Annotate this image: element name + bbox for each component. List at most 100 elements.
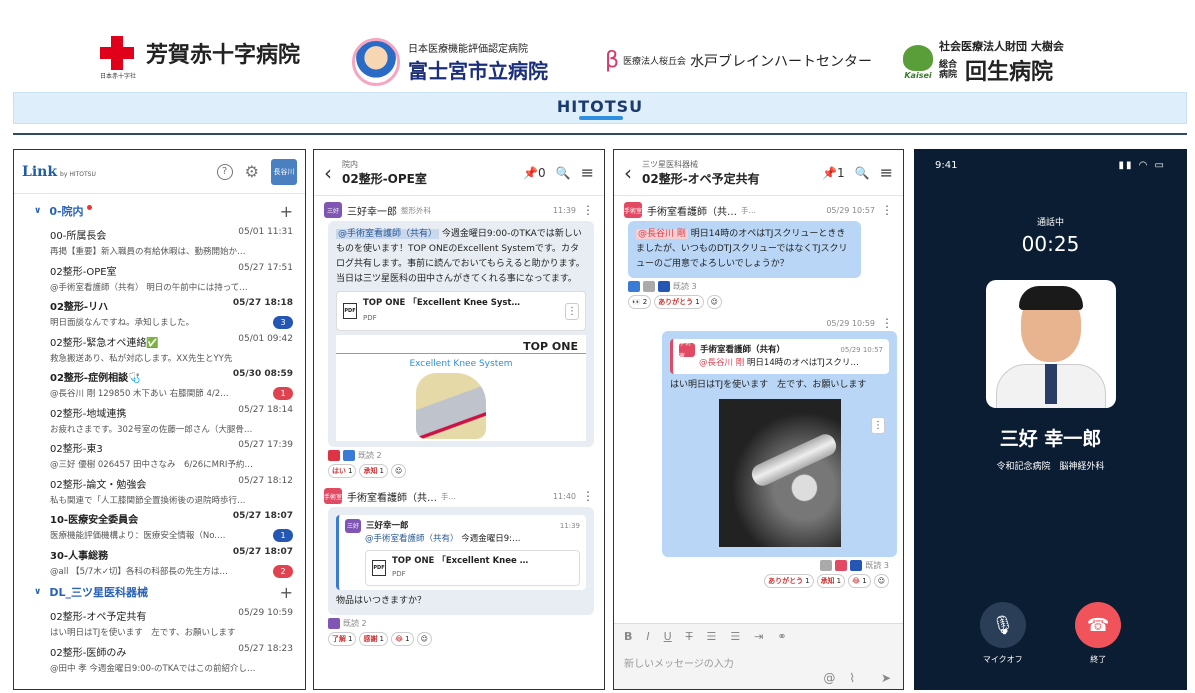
channel-item[interactable]: 02整形-緊急オペ連絡✅ 05/01 09:42 救急搬送あり、私が対応します。XX… [14,331,305,367]
end-call-button[interactable]: ☎ 終了 [1075,602,1122,665]
quoted-message[interactable]: 三好 三好幸一郎 11:39 @手術室看護師（共有） 今週金曜日9:… PDF … [336,515,586,590]
channel-time: 05/27 18:12 [238,475,293,486]
more-icon[interactable]: ⋮ [565,302,579,320]
sender-name[interactable]: 手術室看護師（共… [647,203,737,218]
channel-name: 02整形-オペ予定共有 [50,612,147,623]
channel-item[interactable]: 02整形-医師のみ 05/27 18:23 @田中 孝 今週金曜日9:00-のTKA… [14,641,305,677]
add-reaction-icon[interactable]: ☺ [416,632,432,646]
file-attachment[interactable]: PDF TOP ONE 「Excellent Knee … PDF [365,550,580,586]
channel-item[interactable]: 02整形-OPE室 05/27 17:51 @手術室看護師（共有） 明日の午前中には… [14,260,305,296]
mention[interactable]: @長谷川 剛 [636,229,688,239]
xray-image[interactable] [718,399,841,547]
more-icon[interactable]: ⋮ [871,417,885,434]
avatar[interactable]: 長谷川 [271,158,297,185]
underline-icon[interactable]: U [664,630,672,643]
channel-item[interactable]: 00-所属長会 05/01 11:31 再掲【重要】新入職員の有給休暇は、勤務開始か… [14,224,305,260]
attach-icon[interactable]: ⌇ [849,671,855,685]
channel-item[interactable]: 02整形-論文・勉強会 05/27 18:12 私も関連で「人工膝関節全置換術後の退… [14,473,305,509]
quoted-message[interactable]: 手術室 手術室看護師（共有） 05/29 10:57 @長谷川 剛 明日14時の… [670,339,889,374]
help-icon[interactable]: ? [216,163,233,180]
reader-avatar [328,618,340,629]
read-receipts[interactable]: 既読 3 [614,560,903,571]
reaction-chip[interactable]: ありがとう 1 [764,574,814,588]
channel-item[interactable]: 02整形-地域連携 05/27 18:14 お疲れさまです。302号室の佐藤一郎さん… [14,402,305,438]
chevron-down-icon[interactable]: ∨ [34,206,41,216]
quote-time: 11:39 [559,521,580,530]
message-time: 11:40 [552,491,576,501]
more-icon[interactable]: ⋮ [582,489,594,503]
read-receipts[interactable]: 既読 2 [314,450,604,461]
more-icon[interactable]: ⋮ [881,317,893,329]
pdf-preview[interactable]: TOP ONE Excellent Knee System [336,335,586,441]
reaction-chip[interactable]: 👀 2 [628,295,652,309]
sender-name[interactable]: 手術室看護師（共… [347,489,437,504]
chat-header: ‹ 院内 02整形-OPE室 📌0 🔍 ≡ [314,150,604,196]
send-icon[interactable]: ➤ [881,671,891,685]
reaction-chip[interactable]: はい 1 [328,464,357,478]
more-icon[interactable]: ⋮ [881,203,893,217]
reaction-chip[interactable]: 😂 1 [848,574,871,588]
reaction-chip[interactable]: 承知 1 [816,574,846,588]
pin-count[interactable]: 📌0 [523,166,546,180]
file-attachment[interactable]: PDF TOP ONE 「Excellent Knee Syst… PDF ⋮ [336,291,586,331]
more-icon[interactable]: ⋮ [582,203,594,217]
message-time: 11:39 [552,205,576,215]
italic-icon[interactable]: I [646,630,649,643]
add-reaction-icon[interactable]: ☺ [873,574,889,588]
reader-avatar [835,560,848,571]
strikethrough-icon[interactable]: T [686,630,693,643]
menu-icon[interactable]: ≡ [581,163,594,182]
read-receipts[interactable]: 既読 2 [314,618,604,629]
mention-icon[interactable]: @ [823,671,835,685]
menu-icon[interactable]: ≡ [880,163,893,182]
channel-preview: @長谷川 剛 129850 木下あい 右膝関節 4/2… [50,389,229,399]
channel-item[interactable]: 02整形-オペ予定共有 05/29 10:59 はい明日はTJを使います 左です、お… [14,605,305,641]
channel-name: 02整形-東3 [50,444,103,455]
reaction-chip[interactable]: 承知 1 [359,464,388,478]
chevron-down-icon[interactable]: ∨ [34,587,41,597]
channel-item[interactable]: 02整形-リハ 05/27 18:18 明日面談なんですね。承知しました。 3 [14,295,305,331]
gear-icon[interactable]: ⚙ [245,162,259,181]
pin-count[interactable]: 📌1 [822,166,845,180]
add-reaction-icon[interactable]: ☺ [390,464,407,478]
message-header: 手術室 手術室看護師（共… 手… 05/29 10:57 ⋮ [614,202,903,218]
channel-item[interactable]: 02整形-症例相談🩺 05/30 08:59 @長谷川 剛 129850 木下あい … [14,366,305,402]
quote-mention: @手術室看護師（共有） [365,534,459,544]
reaction-chip[interactable]: 感謝 1 [359,632,388,646]
reaction-chip[interactable]: ありがとう 1 [654,295,704,309]
add-reaction-icon[interactable]: ☺ [706,295,722,309]
reader-avatar [850,560,863,571]
bold-icon[interactable]: B [624,630,632,643]
add-channel-icon[interactable]: + [280,202,293,221]
add-channel-icon[interactable]: + [280,583,293,602]
channel-title: 02整形-オペ予定共有 [642,171,760,186]
message-time: 05/29 10:57 [826,205,875,215]
channel-item[interactable]: 30-人事総務 05/27 18:07 @all 【5/7木✓切】各科の科部長の先生… [14,544,305,580]
mention[interactable]: @手術室看護師（共有） [336,229,440,239]
reaction-emoji: 承知 [363,467,378,475]
pin-count-value: 0 [538,165,546,180]
search-icon[interactable]: 🔍 [556,166,571,180]
reader-avatar [820,560,833,571]
section-header[interactable]: ∨ 0-院内 + [14,198,305,224]
preview-subtitle: Excellent Knee System [409,359,513,369]
chat-panel-schedule: ‹ 三ツ星医科器械 02整形-オペ予定共有 📌1 🔍 ≡ 手術室 手術室看護師（… [613,149,904,690]
sender-name[interactable]: 三好幸一郎 [347,203,397,218]
link-icon[interactable]: ⚭ [777,630,786,643]
numbered-list-icon[interactable]: ☰ [730,630,740,643]
read-receipts[interactable]: 既読 3 [614,281,903,292]
section-header[interactable]: ∨ DL_三ツ星医科器械 + [14,579,305,605]
back-icon[interactable]: ‹ [324,161,332,185]
channel-time: 05/27 18:18 [232,298,293,308]
section-name: DL_三ツ星医科器械 [49,586,148,599]
bullet-list-icon[interactable]: ☰ [706,630,716,643]
reaction-chip[interactable]: 😂 1 [390,632,414,646]
mute-button[interactable]: 🎙 マイクオフ [979,602,1026,665]
channel-item[interactable]: 02整形-東3 05/27 17:39 @三好 優樹 026457 田中さなみ 6/… [14,437,305,473]
channel-item[interactable]: 10-医療安全委員会 05/27 18:07 医療機能評価機構より：医療安全情報（N… [14,508,305,544]
back-icon[interactable]: ‹ [624,161,632,185]
search-icon[interactable]: 🔍 [855,166,870,180]
reaction-emoji: ありがとう [768,577,804,585]
indent-icon[interactable]: ⇥ [754,630,763,643]
reaction-chip[interactable]: 了解 1 [328,632,357,646]
